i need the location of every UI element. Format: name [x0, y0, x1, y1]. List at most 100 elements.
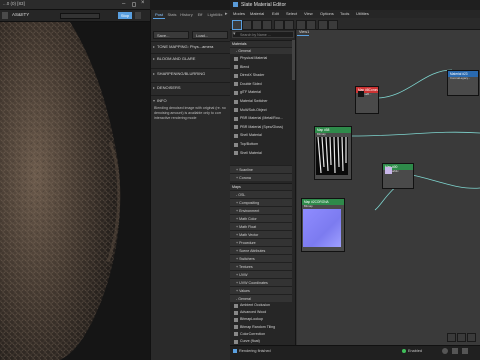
map-list-item[interactable]: BitmapLookup — [230, 316, 292, 323]
tab-lightmix[interactable]: LightMix — [206, 10, 224, 19]
maps-header[interactable]: Maps — [230, 183, 292, 190]
save-icon[interactable] — [2, 12, 8, 19]
osl-group-item[interactable]: + Compositing — [230, 198, 292, 206]
osl-group-item[interactable]: + Textures — [230, 262, 292, 270]
maximize-icon[interactable] — [132, 2, 136, 7]
material-swatch-icon — [234, 303, 238, 308]
material-list-item[interactable]: Top/Bottom — [230, 141, 292, 148]
map-list-item[interactable]: Bitmap Random Tiling — [230, 324, 292, 331]
assign-material-icon[interactable] — [262, 20, 272, 30]
browser-scrollbar[interactable] — [292, 40, 295, 80]
section-bloom-and-glare[interactable]: ▸ BLOOM AND GLARE — [151, 53, 231, 62]
render-viewport[interactable] — [0, 22, 150, 360]
material-list-item[interactable]: Double Sided — [230, 81, 292, 88]
tab-post[interactable]: Post — [153, 10, 165, 19]
layout-icon[interactable] — [318, 20, 328, 30]
scanline-header[interactable]: + Scanline — [230, 165, 292, 173]
delete-icon[interactable] — [274, 20, 284, 30]
map-list-item[interactable]: ColorCorrection — [230, 331, 292, 338]
menu-select[interactable]: Select — [286, 10, 297, 18]
material-list-item[interactable]: PBR Material (Spec/Gloss) — [230, 124, 292, 131]
slate-material-editor-window: Slate Material Editor Modes Material Edi… — [230, 0, 480, 360]
map-list-item[interactable]: Advanced Wood — [230, 309, 292, 316]
material-list-item[interactable]: Blend — [230, 64, 292, 71]
node-preview-thumbnail — [358, 91, 364, 97]
navigation-icon[interactable] — [442, 348, 448, 354]
menu-modes[interactable]: Modes — [233, 10, 245, 18]
osl-group-item[interactable]: + Environment — [230, 206, 292, 214]
osl-group-item-label: + Math Float — [236, 225, 257, 229]
node-subtitle: Bitmap — [317, 132, 326, 136]
section-tone-mapping[interactable]: ▸ TONE MAPPING: Phys...amera — [151, 41, 231, 50]
close-icon[interactable]: × — [141, 0, 145, 6]
load-button[interactable]: Load... — [192, 31, 228, 39]
material-list-item[interactable]: Shell Material — [230, 150, 292, 157]
browser-search-input[interactable]: Search by Name ... — [232, 31, 294, 38]
panel-arrow-icon[interactable]: ▸ — [225, 11, 228, 17]
material-list-item[interactable]: Shell Material — [230, 132, 292, 139]
node-map-8-corona[interactable]: Map #8Corona... CoronaB... — [355, 86, 379, 114]
corona-header[interactable]: + Corona — [230, 173, 292, 181]
general-maps-header[interactable]: - General — [230, 294, 292, 302]
menu-utilities[interactable]: Utilities — [356, 10, 369, 18]
osl-group-item[interactable]: + Math Vector — [230, 230, 292, 238]
osl-group-item[interactable]: + Math Float — [230, 222, 292, 230]
node-material-23[interactable]: Material #23 CoronaLegacy... — [447, 70, 479, 96]
section-sharpening-blurring[interactable]: ▸ SHARPENING/BLURRING — [151, 68, 231, 77]
material-list-item[interactable]: Physical Material — [230, 55, 292, 62]
show-map-icon[interactable] — [296, 20, 306, 30]
menu-tools[interactable]: Tools — [340, 10, 349, 18]
osl-group-item[interactable]: + Values — [230, 286, 292, 294]
tab-stats[interactable]: Stats — [166, 10, 178, 19]
menu-edit[interactable]: Edit — [272, 10, 279, 18]
osl-group-item[interactable]: + Switchers — [230, 254, 292, 262]
save-button[interactable]: Save... — [153, 31, 189, 39]
select-tool-icon[interactable] — [232, 20, 242, 30]
material-list-item[interactable]: glTF Material — [230, 89, 292, 96]
section-denoisers[interactable]: ▸ DENOISERS — [151, 82, 231, 91]
pick-material-icon[interactable] — [242, 20, 252, 30]
osl-header[interactable]: - OSL — [230, 190, 292, 198]
layout-children-icon[interactable] — [328, 20, 338, 30]
channel-dropdown[interactable] — [60, 13, 100, 19]
osl-group-item[interactable]: + Math Color — [230, 214, 292, 222]
node-map-2-corona-bitmap[interactable]: Map #2CORONA Bitmap — [301, 198, 345, 252]
menu-material[interactable]: Material — [250, 10, 264, 18]
zoom-icon[interactable] — [457, 333, 466, 342]
map-list-item[interactable]: Curve (float) — [230, 338, 292, 345]
osl-group-item[interactable]: + Procedure — [230, 238, 292, 246]
osl-group-item[interactable]: + Scene Attributes — [230, 246, 292, 254]
material-swatch-icon — [234, 65, 238, 70]
tab-history[interactable]: History — [179, 10, 194, 19]
minimize-icon[interactable]: – — [122, 1, 128, 8]
osl-group-item[interactable]: + UVW Coordinates — [230, 278, 292, 286]
zoom-region-icon[interactable] — [452, 348, 458, 354]
general-header[interactable]: - General — [230, 47, 292, 54]
menu-options[interactable]: Options — [320, 10, 334, 18]
map-list-item[interactable]: Ambient Occlusion — [230, 302, 292, 309]
osl-group-item[interactable]: + UVW — [230, 270, 292, 278]
materials-header[interactable]: Materials — [230, 40, 292, 47]
node-view-canvas[interactable]: View1 Map #8Corona... CoronaB... Materia… — [297, 30, 480, 345]
material-list-item[interactable]: PBR Material (Metal/Rou... — [230, 115, 292, 122]
background-icon[interactable] — [306, 20, 316, 30]
material-list-item[interactable]: Material Switcher — [230, 98, 292, 105]
render-settings-panel: Post Stats History Eff LightMix ▸ Save..… — [150, 10, 231, 360]
pan-icon[interactable] — [447, 333, 456, 342]
material-list-item[interactable]: Multi/Sub-Object — [230, 107, 292, 114]
collapse-arrow-icon: ▸ — [153, 85, 156, 90]
settings-icon[interactable] — [135, 12, 141, 19]
node-map-58-bitmap[interactable]: Map #58 Bitmap — [314, 126, 352, 180]
osl-group-item-label: + Textures — [236, 265, 253, 269]
zoom-extents-icon[interactable] — [467, 333, 476, 342]
fit-view-icon[interactable] — [462, 348, 468, 354]
tab-eff[interactable]: Eff — [195, 10, 205, 19]
menu-view[interactable]: View — [304, 10, 313, 18]
section-info[interactable]: ▾ INFO — [151, 95, 231, 104]
stop-button[interactable]: Stop — [118, 12, 132, 19]
material-list-item[interactable]: DirectX Shader — [230, 72, 292, 79]
move-children-icon[interactable] — [284, 20, 294, 30]
status-icon — [233, 349, 237, 353]
put-to-scene-icon[interactable] — [252, 20, 262, 30]
node-map-00-coronamix[interactable]: Map #00 CoronaMix — [382, 163, 414, 189]
